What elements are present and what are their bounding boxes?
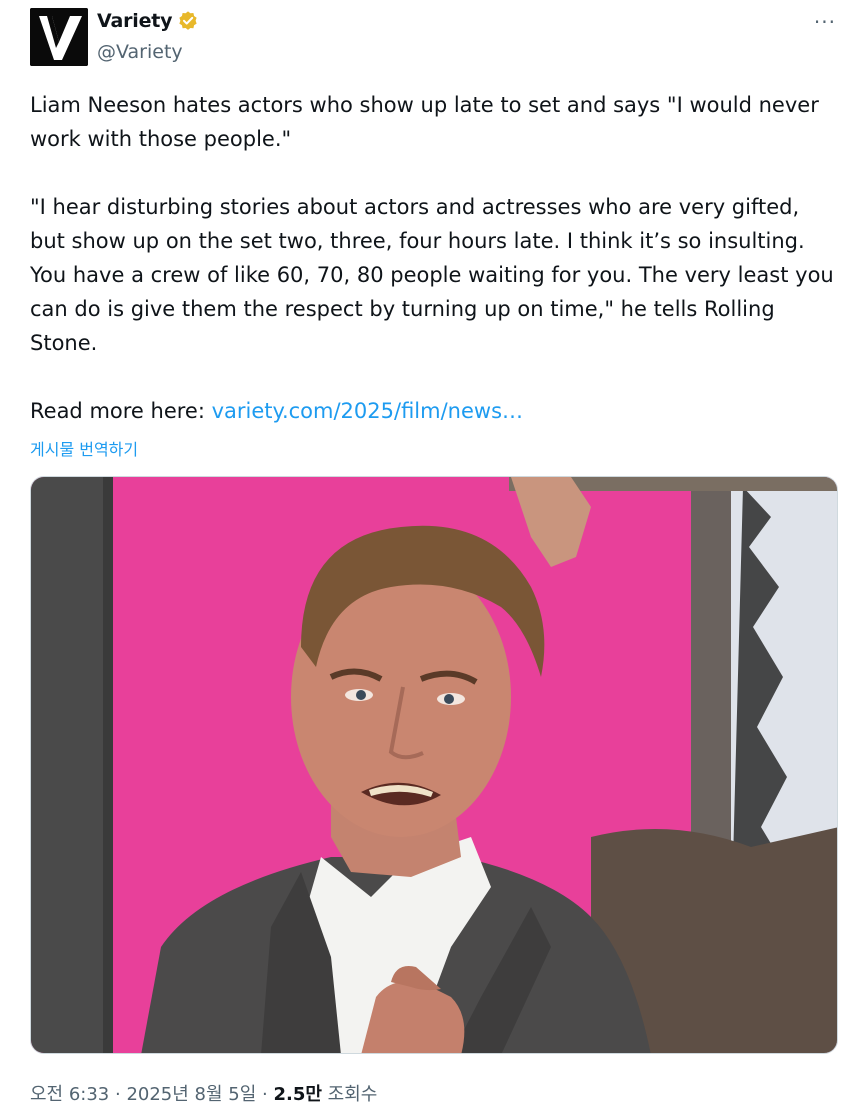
more-options-icon[interactable]: ··· (814, 12, 836, 32)
article-link[interactable]: variety.com/2025/film/news… (212, 399, 523, 423)
tweet-photo[interactable] (30, 476, 838, 1054)
tweet-date[interactable]: 2025년 8월 5일 (126, 1084, 256, 1105)
tweet-paragraph-2: "I hear disturbing stories about actors … (30, 195, 834, 355)
display-name[interactable]: Variety (97, 10, 173, 32)
views-count: 2.5만 (273, 1084, 322, 1105)
meta-separator-2: · (256, 1084, 274, 1105)
tweet: Variety @Variety ··· Liam Neeson hates a… (0, 0, 854, 1109)
verified-badge-icon[interactable] (177, 10, 199, 32)
read-more-prefix: Read more here: (30, 399, 212, 423)
translate-post-link[interactable]: 게시물 번역하기 (30, 436, 138, 460)
tweet-time[interactable]: 오전 6:33 (30, 1084, 109, 1105)
tweet-paragraph-1: Liam Neeson hates actors who show up lat… (30, 93, 819, 151)
read-more-line: Read more here: variety.com/2025/film/ne… (30, 394, 838, 428)
variety-logo-avatar[interactable] (30, 8, 88, 66)
name-row: Variety (97, 10, 199, 32)
tweet-meta: 오전 6:33 · 2025년 8월 5일 · 2.5만 조회수 (30, 1080, 377, 1106)
tweet-text: Liam Neeson hates actors who show up lat… (30, 88, 838, 428)
views-label: 조회수 (321, 1084, 378, 1105)
account-handle[interactable]: @Variety (97, 41, 183, 63)
meta-separator: · (109, 1084, 127, 1105)
